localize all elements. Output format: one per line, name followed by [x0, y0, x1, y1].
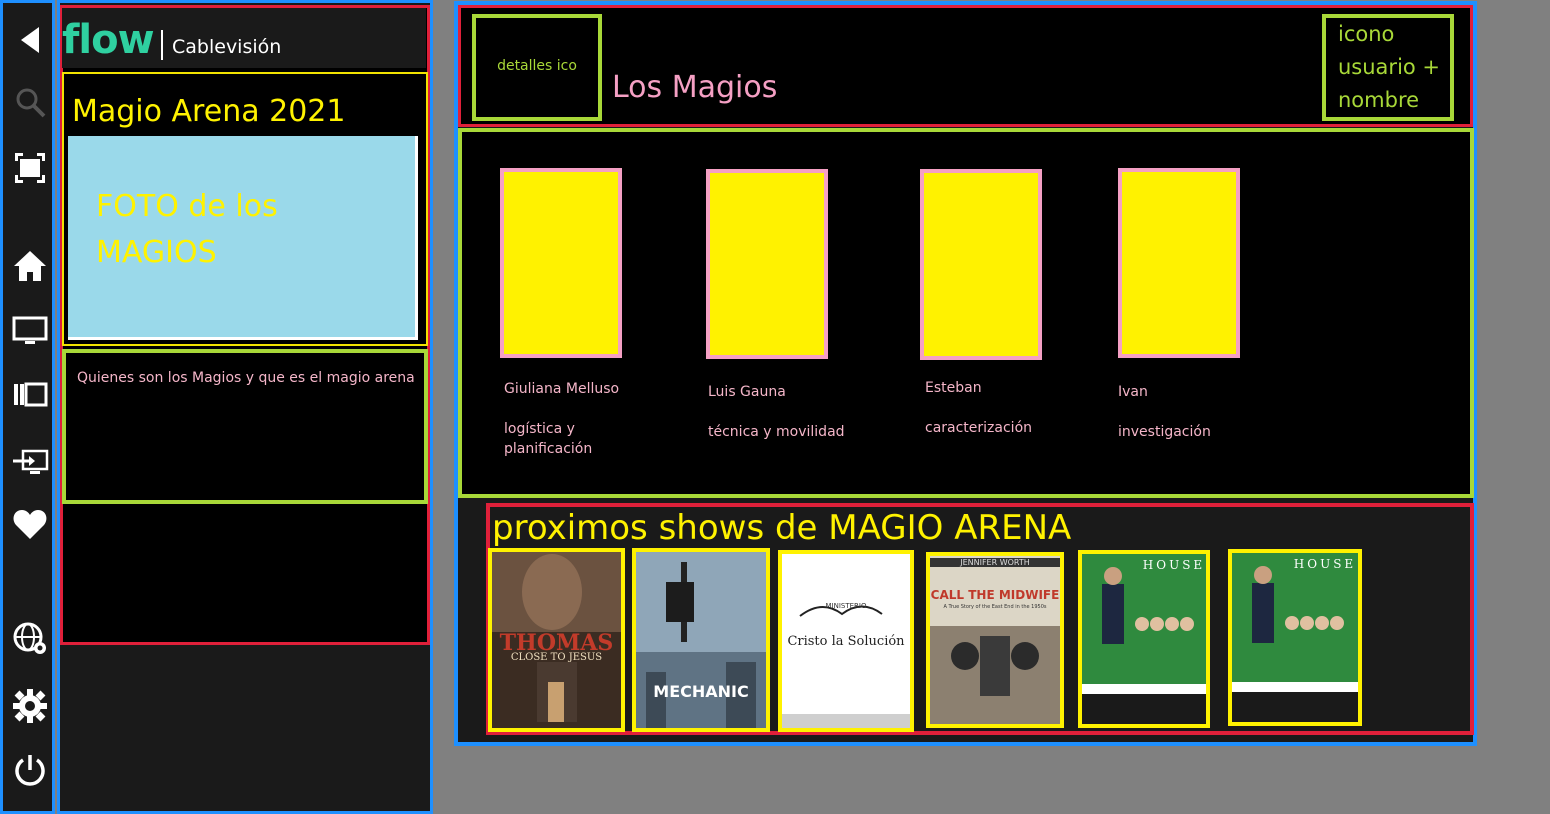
- tv-icon[interactable]: [11, 311, 49, 349]
- poster-subtitle: A True Story of the East End in the 1950…: [943, 604, 1047, 610]
- favorite-heart-icon[interactable]: [11, 505, 49, 543]
- page-title: Los Magios: [612, 70, 778, 105]
- photo-placeholder-label: FOTO de los MAGIOS: [96, 189, 278, 270]
- poster-title: Cristo la Solución: [787, 634, 905, 649]
- member-role: logística y planificación: [504, 421, 593, 457]
- member-photo-card[interactable]: [1118, 168, 1240, 358]
- search-icon[interactable]: [11, 83, 49, 121]
- poster-topline: MINISTERIO: [825, 602, 867, 610]
- member-photo-card[interactable]: [500, 168, 622, 358]
- globe-settings-icon[interactable]: [11, 619, 49, 657]
- logo-divider: [161, 30, 163, 60]
- home-icon[interactable]: [11, 247, 49, 285]
- poster-topline: JENNIFER WORTH: [930, 558, 1060, 567]
- input-source-icon[interactable]: [11, 443, 49, 481]
- fullscreen-icon[interactable]: [11, 149, 49, 187]
- member-name: Giuliana Melluso: [504, 381, 620, 397]
- poster-title: HOUSE: [1142, 558, 1206, 572]
- gear-icon[interactable]: [11, 687, 49, 725]
- event-description: Quienes son los Magios y que es el magio…: [77, 370, 415, 386]
- poster-title: CALL THE MIDWIFE: [930, 588, 1060, 602]
- member-role: caracterización: [925, 420, 1033, 436]
- details-icon-label: detalles ico: [497, 58, 577, 74]
- event-title: Magio Arena 2021: [72, 94, 346, 129]
- member-photo-card[interactable]: [920, 169, 1042, 360]
- show-poster[interactable]: HOUSE: [1078, 550, 1210, 728]
- poster-title: HOUSE: [1293, 557, 1357, 571]
- icon-rail: [0, 0, 55, 814]
- member-role: técnica y movilidad: [708, 424, 845, 440]
- title-underbar: [612, 110, 722, 120]
- show-poster[interactable]: HOUSE: [1228, 549, 1362, 726]
- user-profile-label: icono usuario + nombre: [1338, 22, 1441, 112]
- cablevision-logo: Cablevisión: [172, 36, 282, 58]
- upcoming-shows-title: proximos shows de MAGIO ARENA: [492, 508, 1072, 548]
- power-icon[interactable]: [11, 751, 49, 789]
- member-name: Esteban: [925, 380, 982, 396]
- poster-subtitle: CLOSE TO JESUS: [510, 652, 603, 663]
- member-photo-card[interactable]: [706, 169, 828, 359]
- show-poster[interactable]: MECHANIC: [632, 548, 770, 732]
- member-role: investigación: [1118, 424, 1211, 440]
- poster-title: MECHANIC: [653, 682, 749, 701]
- flow-logo: flow: [62, 17, 155, 63]
- main-header: [458, 5, 1473, 127]
- show-poster[interactable]: JENNIFER WORTH CALL THE MIDWIFE A True S…: [926, 552, 1064, 728]
- show-poster[interactable]: MINISTERIO Cristo la Solución: [778, 550, 914, 732]
- member-name: Luis Gauna: [708, 384, 786, 400]
- library-icon[interactable]: [11, 375, 49, 413]
- back-arrow-icon[interactable]: [11, 21, 49, 59]
- show-poster[interactable]: THOMAS CLOSE TO JESUS: [488, 548, 625, 732]
- member-name: Ivan: [1118, 384, 1148, 400]
